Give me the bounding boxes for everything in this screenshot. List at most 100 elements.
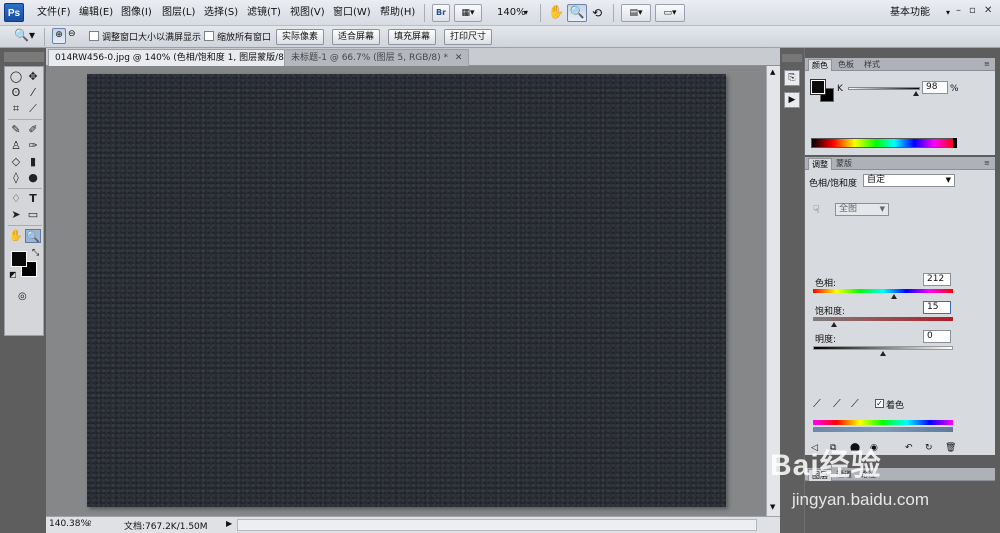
saturation-value-field[interactable]: 15 xyxy=(923,301,951,314)
quick-selection-tool-icon[interactable]: ⁄ xyxy=(25,86,41,100)
type-tool-icon[interactable]: T xyxy=(25,192,41,206)
lightness-knob[interactable] xyxy=(880,351,886,356)
clone-stamp-tool-icon[interactable]: ♙ xyxy=(8,139,24,153)
lasso-tool-icon[interactable]: ʘ xyxy=(8,86,24,100)
scroll-down-icon[interactable]: ▼ xyxy=(770,503,775,511)
history-brush-tool-icon[interactable]: ✑ xyxy=(25,139,41,153)
tab-swatches[interactable]: 色板 xyxy=(835,59,857,71)
menu-filter[interactable]: 滤镜(T) xyxy=(247,0,281,26)
return-to-list-icon[interactable]: ◁ xyxy=(811,443,818,453)
menu-file[interactable]: 文件(F) xyxy=(37,0,71,26)
preset-dropdown[interactable]: 自定 ▼ xyxy=(863,174,955,187)
panel-menu-icon[interactable]: ≡ xyxy=(981,59,993,71)
color-panel-foreground-swatch[interactable] xyxy=(810,79,826,95)
eyedropper-subtract-icon[interactable]: ⟋ xyxy=(851,397,859,411)
chevron-down-icon[interactable]: ▼ xyxy=(880,204,885,215)
gradient-tool-icon[interactable]: ▮ xyxy=(25,155,41,169)
bridge-button[interactable]: Br xyxy=(432,4,450,22)
healing-brush-tool-icon[interactable]: ✎ xyxy=(8,123,24,137)
document-tab-active[interactable]: 014RW456-0.jpg @ 140% (色相/饱和度 1, 图层蒙版/8)… xyxy=(48,49,317,66)
minimize-icon[interactable]: – xyxy=(956,5,961,16)
panel-menu-icon[interactable]: ≡ xyxy=(981,158,993,170)
lightness-value-field[interactable]: 0 xyxy=(923,330,951,343)
actions-panel-icon[interactable]: ▶ xyxy=(784,92,800,108)
eraser-tool-icon[interactable]: ◇ xyxy=(8,155,24,169)
rotate-view-icon[interactable]: ⟲ xyxy=(592,0,602,26)
toolbox-header[interactable] xyxy=(4,52,44,62)
menu-help[interactable]: 帮助(H) xyxy=(380,0,415,26)
menu-window[interactable]: 窗口(W) xyxy=(333,0,371,26)
history-panel-icon[interactable]: ⎘ xyxy=(784,70,800,86)
document-tab-inactive[interactable]: 未标题-1 @ 66.7% (图层 5, RGB/8) * ✕ xyxy=(284,49,470,66)
chevron-down-icon[interactable]: ▾ xyxy=(524,0,528,26)
chevron-down-icon[interactable]: ▼ xyxy=(946,175,951,186)
color-spectrum-bar[interactable] xyxy=(811,138,955,148)
scroll-up-icon[interactable]: ▲ xyxy=(770,68,775,76)
marquee-tool-icon[interactable]: ◯ xyxy=(8,70,24,84)
tab-color[interactable]: 颜色 xyxy=(808,59,832,71)
colorize-checkbox[interactable]: ✓ xyxy=(875,399,884,408)
saturation-slider[interactable] xyxy=(813,317,953,321)
tab-channels[interactable]: 通道 xyxy=(833,469,855,481)
status-info-icon[interactable]: ⇪ xyxy=(86,519,93,528)
hue-knob[interactable] xyxy=(891,294,897,299)
tab-close-icon[interactable]: ✕ xyxy=(455,53,463,63)
actual-pixels-button[interactable]: 实际像素 xyxy=(276,29,325,45)
eyedropper-tool-icon[interactable]: ⟋ xyxy=(25,102,41,116)
status-zoom[interactable]: 140.38% xyxy=(49,519,89,529)
zoom-tool-preset-icon[interactable]: 🔍▾ xyxy=(14,28,35,42)
restore-icon[interactable]: ▫ xyxy=(969,5,976,16)
arrange-documents-icon[interactable]: ▤▾ xyxy=(621,4,651,22)
menu-view[interactable]: 视图(V) xyxy=(290,0,325,26)
pen-tool-icon[interactable]: ♢ xyxy=(8,192,24,206)
k-value-field[interactable]: 98 xyxy=(922,81,948,94)
eyedropper-add-icon[interactable]: ⟋ xyxy=(833,397,841,411)
saturation-knob[interactable] xyxy=(831,322,837,327)
hue-slider[interactable] xyxy=(813,289,953,293)
workspace-switcher[interactable]: 基本功能 xyxy=(890,0,930,26)
foreground-color-swatch[interactable] xyxy=(11,251,27,267)
dodge-tool-icon[interactable]: ● xyxy=(25,171,41,185)
blur-tool-icon[interactable]: ◊ xyxy=(8,171,24,185)
eyedropper-icon[interactable]: ⟋ xyxy=(813,397,821,411)
hand-tool-icon[interactable]: ✋ xyxy=(548,0,564,26)
quick-mask-icon[interactable]: ◎ xyxy=(18,291,27,302)
guides-extras-icon[interactable]: ▦▾ xyxy=(454,4,482,22)
zoom-all-windows-checkbox[interactable] xyxy=(204,31,214,41)
path-selection-tool-icon[interactable]: ➤ xyxy=(8,208,24,222)
delete-layer-icon[interactable]: 🗑 xyxy=(945,443,956,453)
lightness-slider[interactable] xyxy=(813,346,953,350)
tab-paths[interactable]: 路径 xyxy=(857,469,879,481)
zoom-tool-icon[interactable]: 🔍 xyxy=(567,4,587,22)
crop-tool-icon[interactable]: ⌗ xyxy=(8,102,24,116)
status-menu-arrow-icon[interactable]: ▶ xyxy=(226,519,232,528)
image-canvas[interactable] xyxy=(87,74,726,507)
resize-windows-checkbox[interactable] xyxy=(89,31,99,41)
hue-value-field[interactable]: 212 xyxy=(923,273,951,286)
reset-icon[interactable]: ↻ xyxy=(925,443,933,453)
tab-layers[interactable]: 图层 xyxy=(808,469,832,481)
k-channel-slider[interactable] xyxy=(848,87,920,90)
print-size-button[interactable]: 打印尺寸 xyxy=(444,29,493,45)
brush-tool-icon[interactable]: ✐ xyxy=(25,123,41,137)
screen-mode-icon[interactable]: ▭▾ xyxy=(655,4,685,22)
menu-image[interactable]: 图像(I) xyxy=(121,0,152,26)
spectrum-black-swatch[interactable] xyxy=(953,138,957,148)
zoom-level-dropdown[interactable]: 140% xyxy=(497,0,526,26)
workspace-chevron-icon[interactable]: ▾ xyxy=(946,0,950,26)
zoom-in-icon[interactable]: ⊕ xyxy=(52,28,66,44)
clip-to-layer-icon[interactable]: ⬤ xyxy=(850,443,860,453)
collapsed-panel-header[interactable] xyxy=(782,54,802,62)
horizontal-scrollbar[interactable] xyxy=(237,519,757,531)
move-tool-icon[interactable]: ✥ xyxy=(25,70,41,84)
menu-layer[interactable]: 图层(L) xyxy=(162,0,195,26)
tab-adjustments[interactable]: 调整 xyxy=(808,158,832,170)
swap-colors-icon[interactable]: ⤡ xyxy=(32,248,39,258)
menu-select[interactable]: 选择(S) xyxy=(204,0,238,26)
target-adjust-hand-icon[interactable]: ☟ xyxy=(813,203,820,216)
view-previous-icon[interactable]: ↶ xyxy=(905,443,913,453)
expanded-view-icon[interactable]: ⧉ xyxy=(830,443,836,453)
fill-screen-button[interactable]: 填充屏幕 xyxy=(388,29,437,45)
close-icon[interactable]: ✕ xyxy=(984,5,992,16)
zoom-tool-icon[interactable]: 🔍 xyxy=(25,229,41,243)
